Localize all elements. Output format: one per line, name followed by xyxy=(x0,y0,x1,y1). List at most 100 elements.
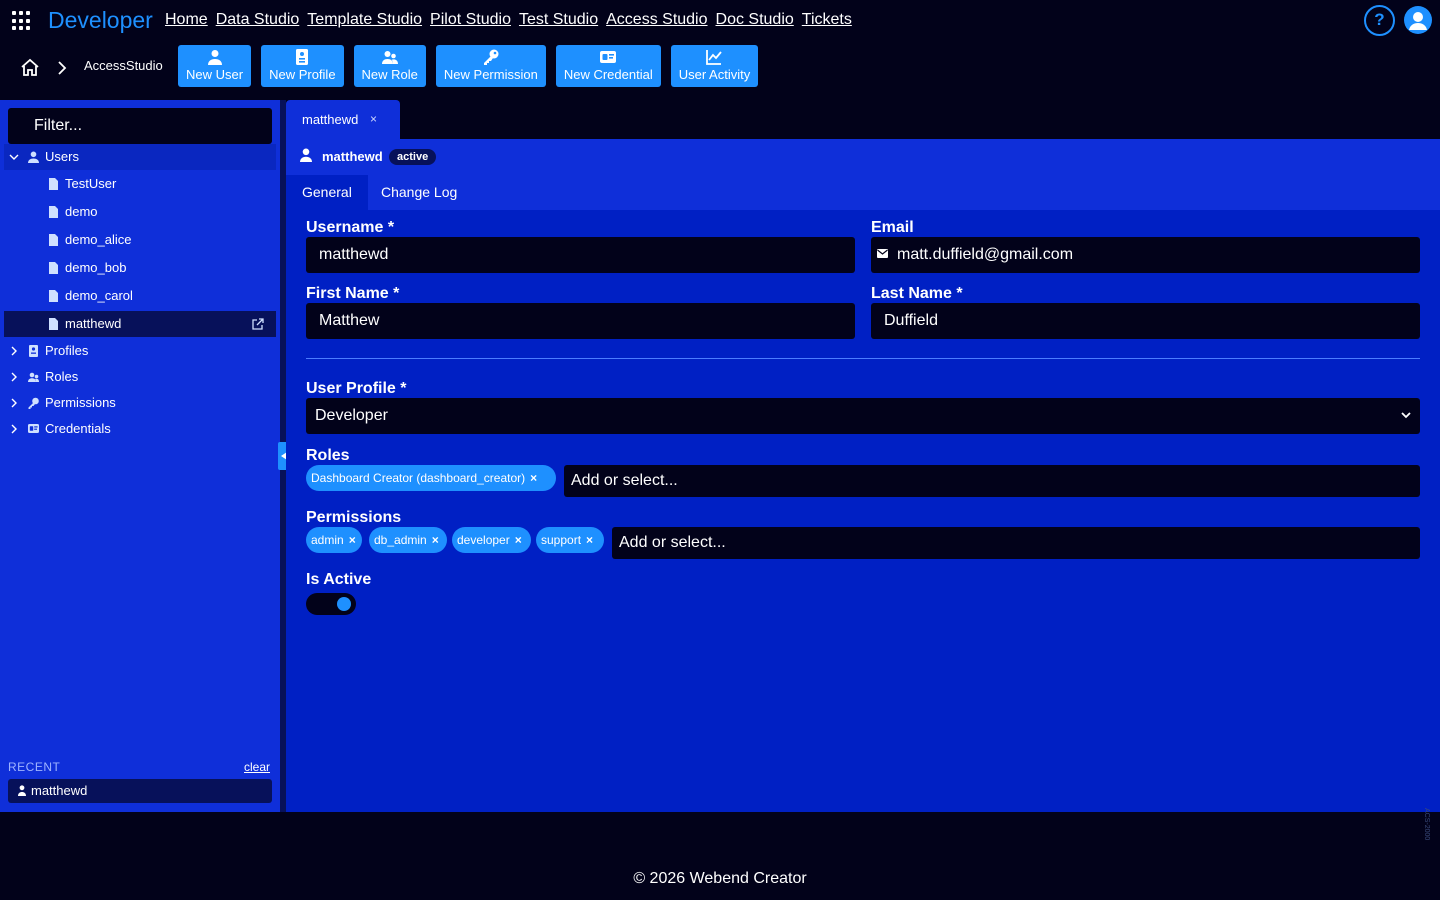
roles-label: Roles xyxy=(306,447,350,464)
nav-link-pilot-studio[interactable]: Pilot Studio xyxy=(430,11,511,29)
email-field[interactable]: matt.duffield@gmail.com xyxy=(871,237,1420,273)
tree-item-demo[interactable]: demo xyxy=(4,199,276,225)
toggle-knob xyxy=(337,597,351,611)
tree-group-profiles[interactable]: Profiles xyxy=(4,338,276,364)
tree-group-label: Users xyxy=(45,149,79,164)
brand-title[interactable]: Developer xyxy=(48,7,153,34)
chevron-right-icon[interactable] xyxy=(8,424,20,434)
nav-link-home[interactable]: Home xyxy=(165,11,208,29)
email-value: matt.duffield@gmail.com xyxy=(897,246,1074,263)
last-name-field[interactable]: Duffield xyxy=(871,303,1420,339)
tree-item-demo-alice[interactable]: demo_alice xyxy=(4,227,276,253)
chevron-down-icon[interactable] xyxy=(8,152,20,162)
tab-change-log[interactable]: Change Log xyxy=(365,175,473,210)
new-permission-button[interactable]: New Permission xyxy=(435,45,546,87)
tree-item-demo-carol[interactable]: demo_carol xyxy=(4,283,276,309)
record-subtabs: General Change Log xyxy=(286,175,1440,210)
user-profile-value: Developer xyxy=(315,407,388,424)
filter-input[interactable]: Filter... xyxy=(8,108,272,144)
nav-link-data-studio[interactable]: Data Studio xyxy=(216,11,300,29)
email-label: Email xyxy=(871,219,914,236)
permission-chip-support[interactable]: support × xyxy=(536,527,604,553)
apps-grid-icon[interactable] xyxy=(12,11,32,31)
chevron-right-icon[interactable] xyxy=(8,372,20,382)
new-profile-button[interactable]: New Profile xyxy=(261,45,344,87)
roles-input[interactable]: Add or select... xyxy=(564,465,1420,497)
new-role-button[interactable]: New Role xyxy=(353,45,426,87)
document-tab-label: matthewd xyxy=(302,112,359,127)
user-profile-select[interactable]: Developer xyxy=(306,398,1420,434)
tree-item-demo-bob[interactable]: demo_bob xyxy=(4,255,276,281)
envelope-icon xyxy=(877,249,888,258)
document-tab-strip xyxy=(286,100,1440,139)
nav-link-test-studio[interactable]: Test Studio xyxy=(519,11,598,29)
chevron-right-icon[interactable] xyxy=(8,346,20,356)
nav-link-tickets[interactable]: Tickets xyxy=(802,11,852,29)
nav-link-access-studio[interactable]: Access Studio xyxy=(606,11,707,29)
breadcrumb[interactable]: AccessStudio xyxy=(84,58,163,73)
key-icon xyxy=(28,397,39,409)
user-avatar-button[interactable] xyxy=(1404,6,1432,34)
username-field[interactable]: matthewd xyxy=(306,237,855,273)
recent-item-label: matthewd xyxy=(31,783,88,798)
permission-chip-developer[interactable]: developer × xyxy=(452,527,531,553)
top-nav: Developer Home Data Studio Template Stud… xyxy=(0,0,1440,40)
toolbar: New User New Profile New Role New Permis… xyxy=(178,45,768,87)
document-tab-matthewd[interactable]: matthewd × xyxy=(286,100,400,140)
is-active-label: Is Active xyxy=(306,571,372,588)
user-activity-button[interactable]: User Activity xyxy=(670,45,759,87)
nav-link-template-studio[interactable]: Template Studio xyxy=(307,11,422,29)
tab-general[interactable]: General xyxy=(286,175,368,210)
close-tab-icon[interactable]: × xyxy=(370,100,377,139)
recent-item[interactable]: matthewd xyxy=(8,779,272,803)
new-credential-label: New Credential xyxy=(563,67,653,82)
chart-line-icon xyxy=(706,50,723,65)
new-credential-button[interactable]: New Credential xyxy=(555,45,661,87)
permission-chip-label: admin xyxy=(311,533,344,547)
nav-link-doc-studio[interactable]: Doc Studio xyxy=(716,11,794,29)
role-chip[interactable]: Dashboard Creator (dashboard_creator) × xyxy=(306,465,556,491)
chevron-right-icon[interactable] xyxy=(8,398,20,408)
tree-group-roles[interactable]: Roles xyxy=(4,364,276,390)
permission-chip-admin[interactable]: admin × xyxy=(306,527,362,553)
new-profile-label: New Profile xyxy=(269,67,336,82)
tree-item-testuser[interactable]: TestUser xyxy=(4,171,276,197)
remove-chip-icon[interactable]: × xyxy=(530,471,537,485)
home-icon[interactable] xyxy=(20,58,40,78)
remove-chip-icon[interactable]: × xyxy=(515,533,522,547)
chevron-down-icon xyxy=(1401,412,1411,419)
tree-group-users[interactable]: Users xyxy=(4,144,276,170)
new-user-button[interactable]: New User xyxy=(178,45,252,87)
user-profile-label: User Profile * xyxy=(306,380,407,397)
permissions-label: Permissions xyxy=(306,509,402,526)
remove-chip-icon[interactable]: × xyxy=(432,533,439,547)
remove-chip-icon[interactable]: × xyxy=(349,533,356,547)
tree-group-permissions[interactable]: Permissions xyxy=(4,390,276,416)
new-permission-label: New Permission xyxy=(443,67,538,82)
external-link-icon[interactable] xyxy=(252,318,264,330)
document-icon xyxy=(49,234,58,246)
tree-group-label: Profiles xyxy=(45,343,89,358)
user-icon xyxy=(28,151,39,163)
is-active-toggle[interactable] xyxy=(306,593,356,615)
users-icon xyxy=(28,372,39,382)
permissions-input[interactable]: Add or select... xyxy=(612,527,1420,559)
recent-clear-link[interactable]: clear xyxy=(244,760,270,774)
tree-item-label: demo_bob xyxy=(65,260,127,275)
user-icon xyxy=(207,50,222,65)
tree-group-credentials[interactable]: Credentials xyxy=(4,416,276,442)
tree-group-label: Roles xyxy=(45,369,79,384)
chevron-right-icon xyxy=(58,61,67,75)
tree-item-matthewd[interactable]: matthewd xyxy=(4,311,276,337)
document-icon xyxy=(49,290,58,302)
profile-card-icon xyxy=(29,345,38,357)
new-user-label: New User xyxy=(186,67,244,82)
status-badge: active xyxy=(389,149,437,165)
help-button[interactable]: ? xyxy=(1364,5,1395,36)
main-nav: Home Data Studio Template Studio Pilot S… xyxy=(165,11,860,29)
remove-chip-icon[interactable]: × xyxy=(586,533,593,547)
first-name-field[interactable]: Matthew xyxy=(306,303,855,339)
sidebar: Filter... Users TestUser demo demo_alice… xyxy=(0,100,280,812)
permission-chip-db-admin[interactable]: db_admin × xyxy=(369,527,447,553)
recent-heading: RECENT xyxy=(8,760,61,774)
